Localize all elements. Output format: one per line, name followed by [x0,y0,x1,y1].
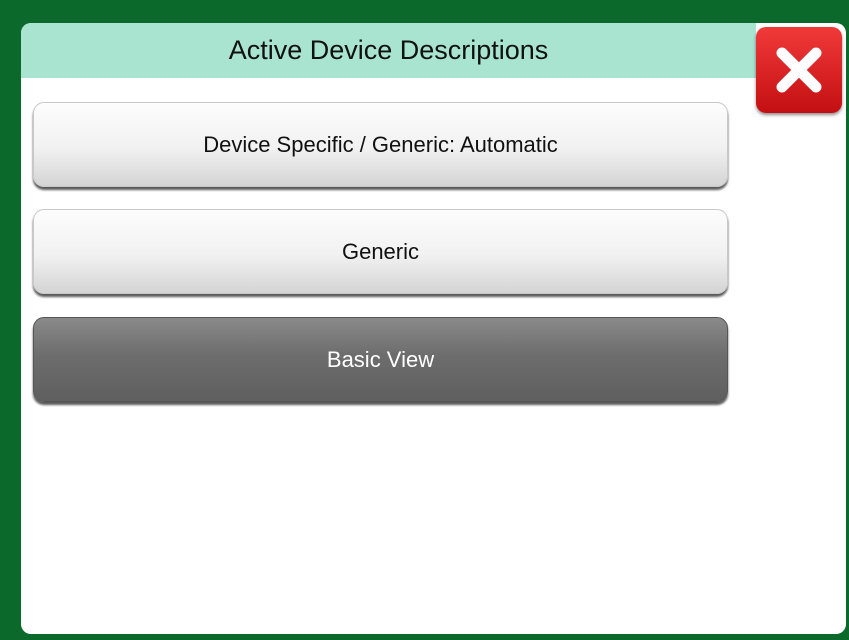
close-button[interactable] [756,27,842,113]
option-device-specific-generic-button[interactable]: Device Specific / Generic: Automatic [33,102,728,187]
close-x-icon [776,47,822,93]
option-label: Basic View [326,347,435,372]
dialog-title: Active Device Descriptions [228,35,549,65]
option-label: Device Specific / Generic: Automatic [203,132,558,157]
option-basic-view-button[interactable]: Basic View [33,317,728,402]
option-generic-button[interactable]: Generic [33,209,728,294]
title-bar: Active Device Descriptions [21,23,756,78]
option-label: Generic [341,239,420,264]
